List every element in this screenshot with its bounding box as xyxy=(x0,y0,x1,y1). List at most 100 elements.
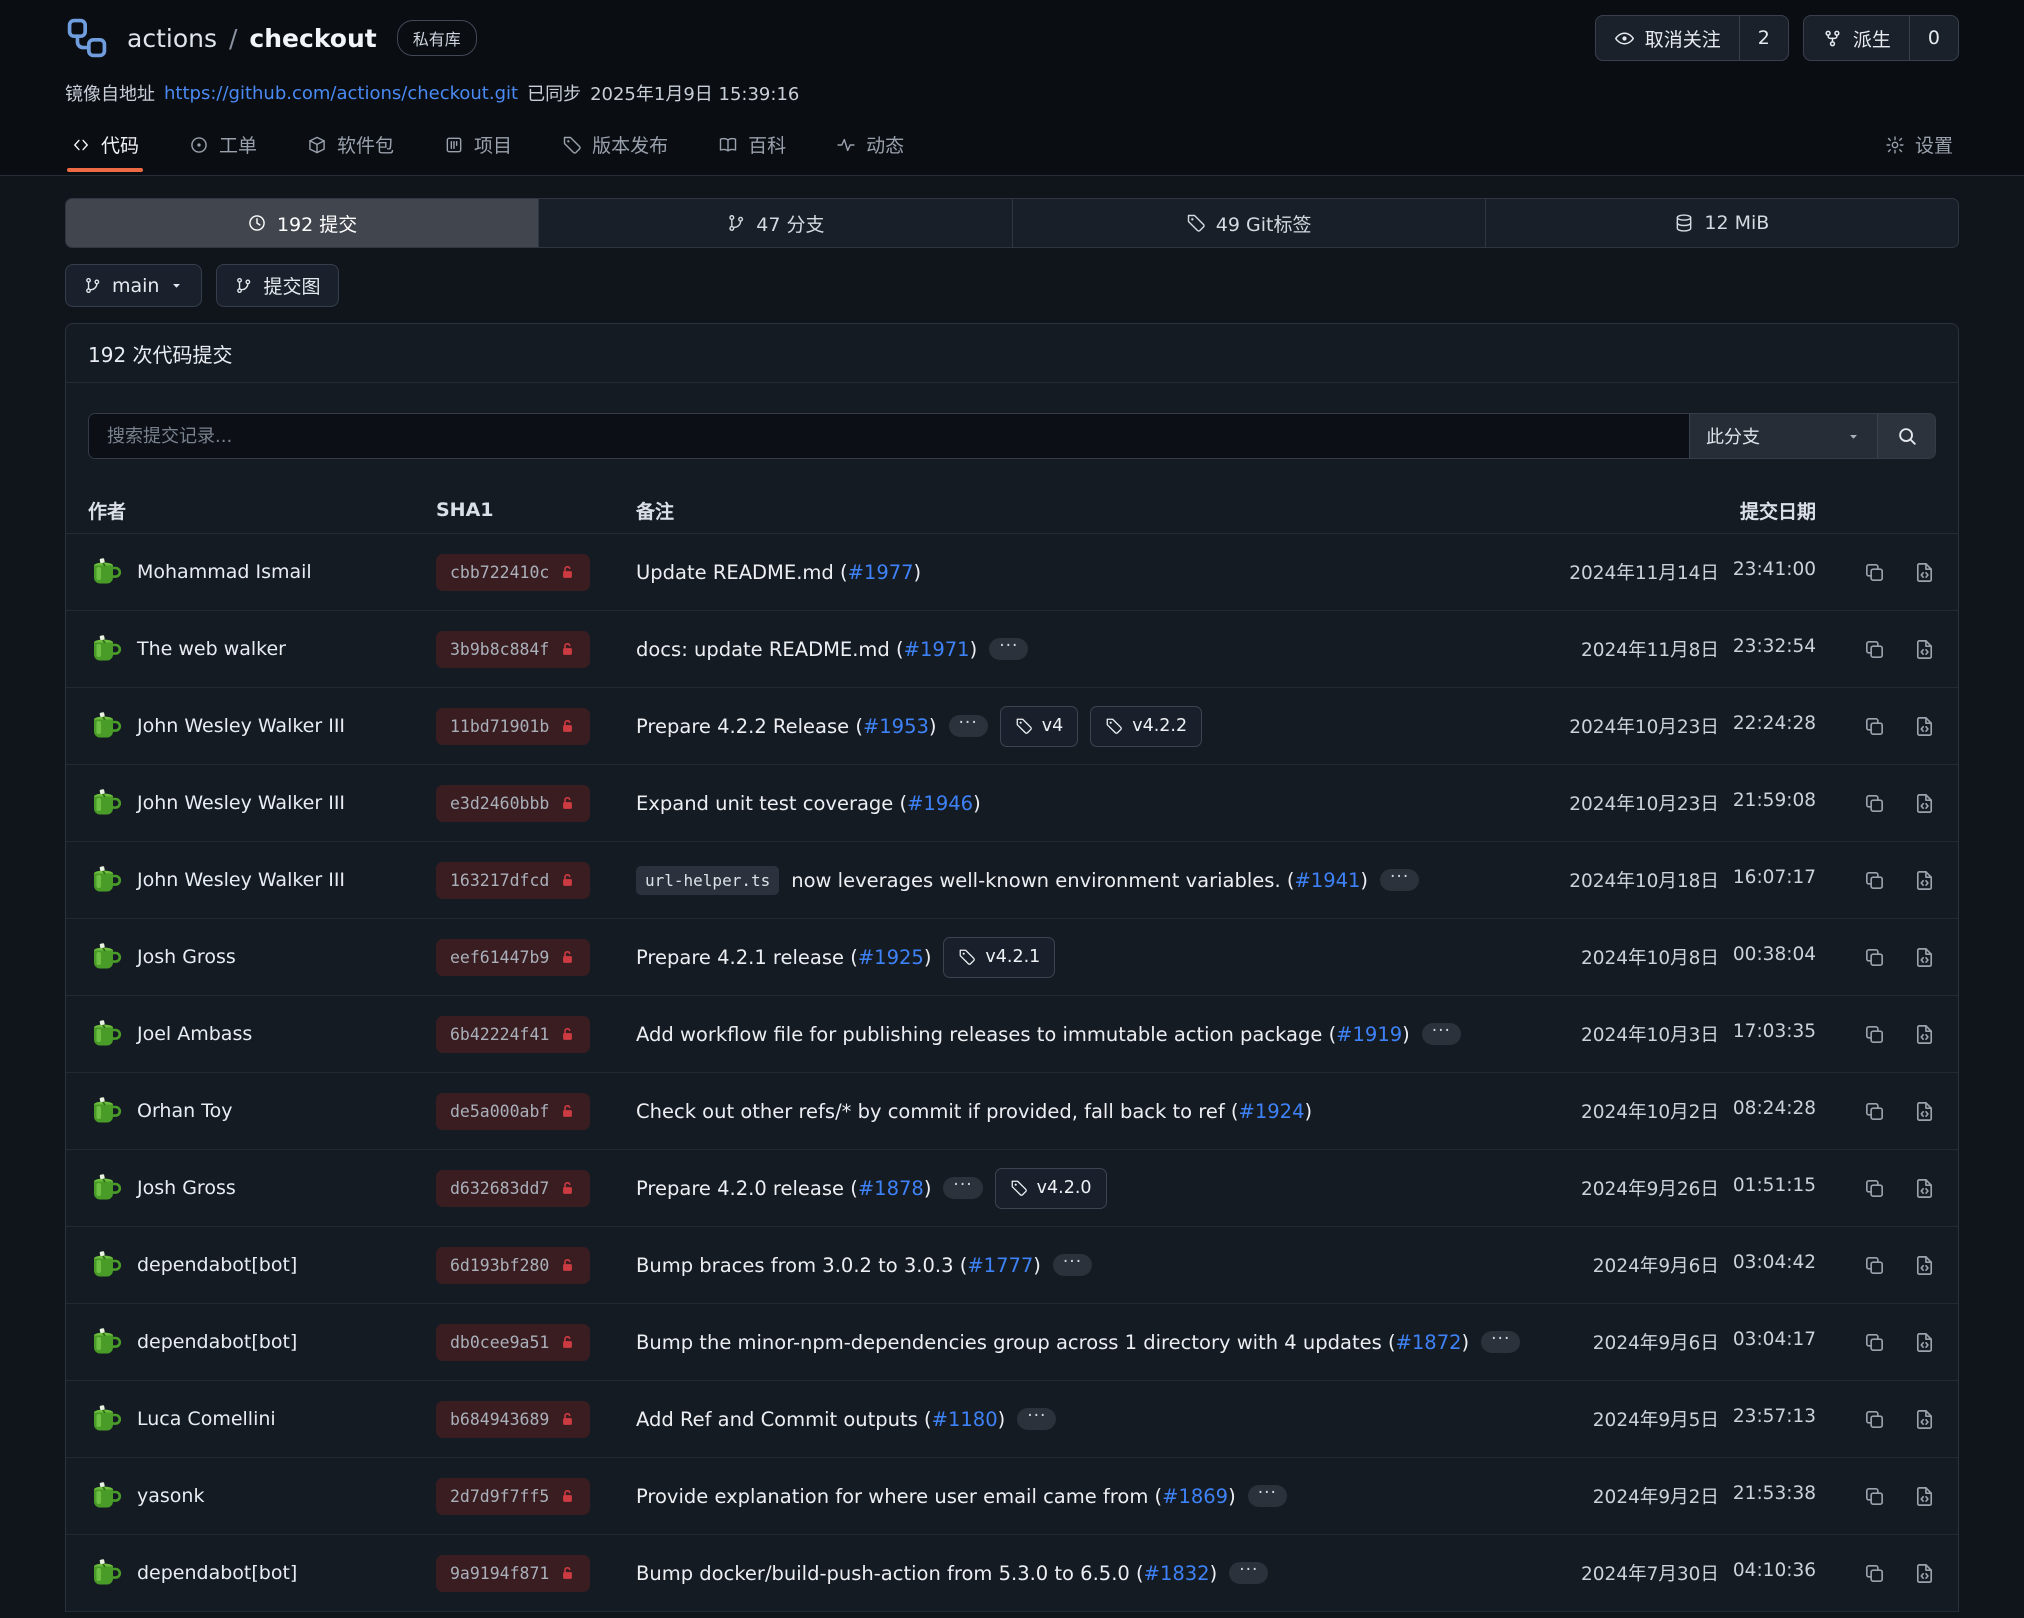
copy-sha-icon[interactable] xyxy=(1863,1177,1886,1200)
tab-releases[interactable]: 版本发布 xyxy=(556,116,674,175)
commit-search-input[interactable] xyxy=(89,414,1689,458)
commit-ellipsis-button[interactable]: ··· xyxy=(1380,869,1419,891)
copy-sha-icon[interactable] xyxy=(1863,1485,1886,1508)
view-file-icon[interactable] xyxy=(1913,1562,1936,1585)
fork-button[interactable]: 派生 0 xyxy=(1803,15,1959,61)
commit-sha-badge[interactable]: 9a9194f871 xyxy=(436,1555,590,1592)
pr-link[interactable]: #1878 xyxy=(858,1177,924,1200)
copy-sha-icon[interactable] xyxy=(1863,1100,1886,1123)
commit-sha-badge[interactable]: de5a000abf xyxy=(436,1093,590,1130)
commit-sha-badge[interactable]: e3d2460bbb xyxy=(436,785,590,822)
commit-sha-badge[interactable]: b684943689 xyxy=(436,1401,590,1438)
copy-sha-icon[interactable] xyxy=(1863,1254,1886,1277)
pr-link[interactable]: #1924 xyxy=(1239,1100,1305,1123)
commit-sha-badge[interactable]: cbb722410c xyxy=(436,554,590,591)
mirror-url-link[interactable]: https://github.com/actions/checkout.git xyxy=(164,83,518,104)
commit-sha-badge[interactable]: 163217dfcd xyxy=(436,862,590,899)
pr-link[interactable]: #1869 xyxy=(1162,1485,1228,1508)
pr-link[interactable]: #1777 xyxy=(967,1254,1033,1277)
commit-ellipsis-button[interactable]: ··· xyxy=(943,1177,982,1199)
view-file-icon[interactable] xyxy=(1913,638,1936,661)
commit-ellipsis-button[interactable]: ··· xyxy=(1229,1562,1268,1584)
view-file-icon[interactable] xyxy=(1913,561,1936,584)
tab-code[interactable]: 代码 xyxy=(65,116,145,175)
unlock-icon xyxy=(559,718,576,735)
pr-link[interactable]: #1953 xyxy=(863,715,929,738)
copy-sha-icon[interactable] xyxy=(1863,869,1886,892)
commit-row: Orhan Toy de5a000abf Check out other ref… xyxy=(66,1073,1958,1150)
view-file-icon[interactable] xyxy=(1913,1254,1936,1277)
commit-sha-badge[interactable]: 2d7d9f7ff5 xyxy=(436,1478,590,1515)
pr-link[interactable]: #1180 xyxy=(932,1408,998,1431)
copy-sha-icon[interactable] xyxy=(1863,638,1886,661)
view-file-icon[interactable] xyxy=(1913,1408,1936,1431)
commit-ellipsis-button[interactable]: ··· xyxy=(989,638,1028,660)
copy-sha-icon[interactable] xyxy=(1863,1408,1886,1431)
commit-author: The web walker xyxy=(137,638,286,660)
commit-sha-badge[interactable]: eef61447b9 xyxy=(436,939,590,976)
tab-issues[interactable]: 工单 xyxy=(183,116,263,175)
stat-tags[interactable]: 49 Git标签 xyxy=(1013,199,1486,247)
copy-sha-icon[interactable] xyxy=(1863,1331,1886,1354)
copy-sha-icon[interactable] xyxy=(1863,792,1886,815)
view-file-icon[interactable] xyxy=(1913,869,1936,892)
branch-selector[interactable]: main xyxy=(65,264,202,307)
view-file-icon[interactable] xyxy=(1913,1023,1936,1046)
copy-sha-icon[interactable] xyxy=(1863,561,1886,584)
commit-sha-badge[interactable]: 6b42224f41 xyxy=(436,1016,590,1053)
commit-ellipsis-button[interactable]: ··· xyxy=(1248,1485,1287,1507)
pr-link[interactable]: #1977 xyxy=(848,561,914,584)
tab-activity[interactable]: 动态 xyxy=(830,116,910,175)
commit-ellipsis-button[interactable]: ··· xyxy=(949,715,988,737)
branch-bar: main 提交图 xyxy=(65,264,1959,307)
copy-sha-icon[interactable] xyxy=(1863,1562,1886,1585)
unlock-icon xyxy=(559,1334,576,1351)
commit-ellipsis-button[interactable]: ··· xyxy=(1481,1331,1520,1353)
commit-sha-badge[interactable]: d632683dd7 xyxy=(436,1170,590,1207)
commit-sha-badge[interactable]: 6d193bf280 xyxy=(436,1247,590,1284)
pr-link[interactable]: #1872 xyxy=(1396,1331,1462,1354)
tag-button[interactable]: v4.2.1 xyxy=(943,937,1055,978)
view-file-icon[interactable] xyxy=(1913,1100,1936,1123)
view-file-icon[interactable] xyxy=(1913,715,1936,738)
pr-link[interactable]: #1971 xyxy=(904,638,970,661)
pr-link[interactable]: #1946 xyxy=(907,792,973,815)
repo-owner-link[interactable]: actions xyxy=(127,24,217,53)
commit-ellipsis-button[interactable]: ··· xyxy=(1017,1408,1056,1430)
tab-projects[interactable]: 项目 xyxy=(438,116,518,175)
stat-commits[interactable]: 192 提交 xyxy=(66,199,539,247)
view-file-icon[interactable] xyxy=(1913,1177,1936,1200)
stat-branches[interactable]: 47 分支 xyxy=(539,199,1012,247)
repo-name-link[interactable]: checkout xyxy=(249,24,376,53)
copy-sha-icon[interactable] xyxy=(1863,946,1886,969)
commit-ellipsis-button[interactable]: ··· xyxy=(1053,1254,1092,1276)
branch-scope-dropdown[interactable]: 此分支 xyxy=(1689,414,1877,458)
search-button[interactable] xyxy=(1877,414,1935,458)
tag-button[interactable]: v4.2.0 xyxy=(995,1168,1107,1209)
view-file-icon[interactable] xyxy=(1913,946,1936,969)
view-file-icon[interactable] xyxy=(1913,792,1936,815)
pr-link[interactable]: #1925 xyxy=(858,946,924,969)
avatar xyxy=(88,631,124,667)
view-file-icon[interactable] xyxy=(1913,1331,1936,1354)
tag-button[interactable]: v4.2.2 xyxy=(1090,706,1202,747)
commit-sha-badge[interactable]: db0cee9a51 xyxy=(436,1324,590,1361)
copy-sha-icon[interactable] xyxy=(1863,1023,1886,1046)
forks-count[interactable]: 0 xyxy=(1909,16,1958,60)
tab-packages[interactable]: 软件包 xyxy=(301,116,400,175)
commit-sha-badge[interactable]: 3b9b8c884f xyxy=(436,631,590,668)
tag-button[interactable]: v4 xyxy=(1000,706,1079,747)
stat-size[interactable]: 12 MiB xyxy=(1486,199,1958,247)
pr-link[interactable]: #1919 xyxy=(1336,1023,1402,1046)
unwatch-button[interactable]: 取消关注 2 xyxy=(1595,15,1789,61)
tab-wiki[interactable]: 百科 xyxy=(712,116,792,175)
watchers-count[interactable]: 2 xyxy=(1739,16,1788,60)
commit-ellipsis-button[interactable]: ··· xyxy=(1422,1023,1461,1045)
view-file-icon[interactable] xyxy=(1913,1485,1936,1508)
commit-graph-button[interactable]: 提交图 xyxy=(216,264,338,307)
tab-settings[interactable]: 设置 xyxy=(1879,116,1959,175)
pr-link[interactable]: #1941 xyxy=(1294,869,1360,892)
commit-sha-badge[interactable]: 11bd71901b xyxy=(436,708,590,745)
copy-sha-icon[interactable] xyxy=(1863,715,1886,738)
pr-link[interactable]: #1832 xyxy=(1144,1562,1210,1585)
